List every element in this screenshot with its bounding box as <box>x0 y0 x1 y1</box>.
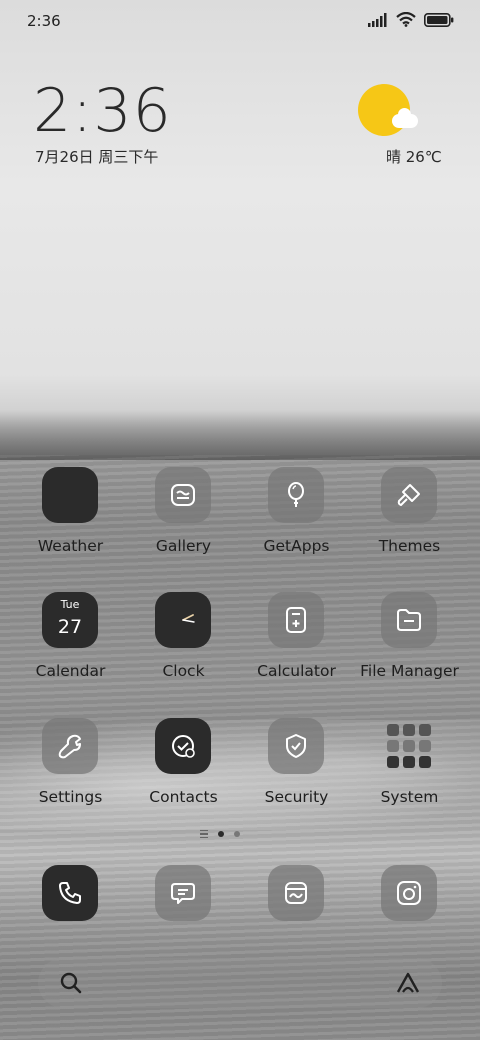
app-system-folder[interactable]: System <box>353 718 466 828</box>
clock-widget-date: 7月26日 周三下午 <box>35 148 159 166</box>
page-dot-active <box>218 831 224 837</box>
app-calendar[interactable]: Tue 27 Calendar <box>14 592 127 702</box>
status-time: 2:36 <box>27 12 61 30</box>
app-label: System <box>380 788 439 806</box>
app-contacts[interactable]: Contacts <box>127 718 240 828</box>
search-button[interactable] <box>58 970 84 1000</box>
calendar-day: Tue <box>60 598 80 611</box>
page-indicator[interactable] <box>200 830 240 838</box>
clock-widget-time[interactable]: 2:36 <box>33 78 172 144</box>
message-icon <box>171 883 195 904</box>
app-settings[interactable]: Settings <box>14 718 127 828</box>
browser-icon <box>285 882 307 904</box>
calendar-icon: Tue 27 <box>42 592 98 648</box>
weather-icon <box>42 467 98 523</box>
camera-icon <box>397 881 421 905</box>
dock-messages[interactable] <box>155 865 211 921</box>
page-dot <box>234 831 240 837</box>
app-clock[interactable]: Clock <box>127 592 240 702</box>
system-folder-icon <box>381 718 437 774</box>
signal-icon <box>368 12 387 27</box>
wrench-icon <box>42 718 98 774</box>
battery-icon <box>424 12 454 27</box>
app-calculator[interactable]: Calculator <box>240 592 353 702</box>
brush-icon <box>381 467 437 523</box>
calculator-icon <box>268 592 324 648</box>
shield-icon <box>268 718 324 774</box>
status-bar: 2:36 <box>0 0 480 44</box>
app-weather[interactable]: Weather <box>14 467 127 577</box>
dock-camera[interactable] <box>381 865 437 921</box>
phone-icon <box>59 882 81 904</box>
contacts-icon <box>155 718 211 774</box>
app-drawer-indicator-icon <box>200 830 208 838</box>
app-getapps[interactable]: GetApps <box>240 467 353 577</box>
cloud-icon <box>392 108 418 128</box>
wallpaper-horizon <box>0 410 480 460</box>
assistant-button[interactable] <box>394 970 424 1000</box>
app-security[interactable]: Security <box>240 718 353 828</box>
wifi-icon <box>396 12 416 27</box>
clock-icon <box>155 592 211 648</box>
dock-browser[interactable] <box>268 865 324 921</box>
assistant-icon <box>396 972 420 993</box>
app-file-manager[interactable]: File Manager <box>353 592 466 702</box>
app-label: Themes <box>378 537 441 555</box>
balloon-icon <box>268 467 324 523</box>
search-bar[interactable] <box>38 958 442 1008</box>
weather-text: 晴 26℃ <box>386 148 442 166</box>
status-icons <box>368 12 454 27</box>
app-gallery[interactable]: Gallery <box>127 467 240 577</box>
app-label: File Manager <box>360 662 459 680</box>
search-icon <box>60 972 82 994</box>
folder-icon <box>381 592 437 648</box>
calendar-date: 27 <box>57 616 83 638</box>
app-themes[interactable]: Themes <box>353 467 466 577</box>
gallery-icon <box>155 467 211 523</box>
dock-phone[interactable] <box>42 865 98 921</box>
